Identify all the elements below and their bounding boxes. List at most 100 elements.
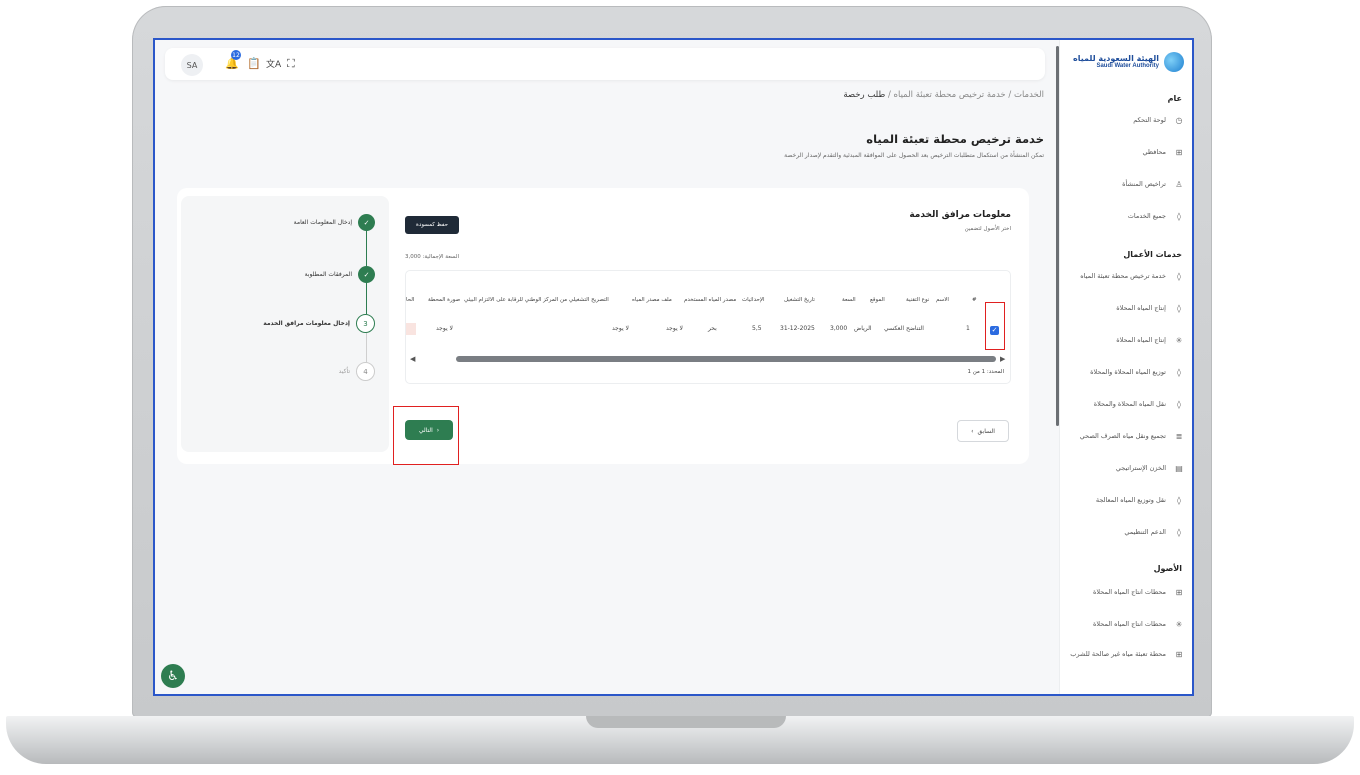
sidebar-item-asset[interactable]: محطات انتاج المياه المحلاة ⊞ (1066, 588, 1184, 597)
cell: 1 (966, 325, 970, 332)
step-attachments[interactable]: ✓ المرفقات المطلوبة (305, 266, 375, 283)
step-connector (365, 230, 367, 266)
step-connector (365, 330, 367, 362)
breadcrumb-service[interactable]: خدمة ترخيص محطة تعبئة المياه (894, 90, 1006, 100)
col-header: مصدر المياه المستخدم (684, 297, 737, 303)
page-title: خدمة ترخيص محطة تعبئة المياه (866, 132, 1044, 146)
check-icon: ✓ (358, 266, 375, 283)
translate-icon[interactable]: 文A (266, 57, 281, 70)
step-label: إدخال معلومات مرافق الخدمة (263, 320, 350, 327)
save-draft-button[interactable]: حفظ كمسودة (405, 216, 459, 234)
horizontal-scrollbar[interactable]: ◀ ▶ (406, 355, 1010, 363)
laptop-base (6, 716, 1354, 764)
sidebar-item-biz[interactable]: الدعم التنظيمي ◊ (1066, 528, 1184, 537)
col-header: الحا (406, 297, 415, 303)
grid-icon: ⊞ (1175, 148, 1183, 157)
step-label: تأكيد (338, 368, 350, 375)
logo-arabic: الهيئة السعودية للمياه (1073, 54, 1159, 63)
step-number: 3 (356, 314, 375, 333)
cell: 5,5 (752, 325, 762, 332)
sidebar-item-biz[interactable]: تجميع ونقل مياه الصرف الصحي ≣ (1066, 432, 1184, 441)
grid-icon: ⊞ (1175, 588, 1183, 597)
scroll-right-icon[interactable]: ▶ (1000, 355, 1005, 363)
drop-icon: ◊ (1177, 368, 1181, 377)
sidebar-item-biz[interactable]: نقل وتوزيع المياه المعالجة ◊ (1066, 496, 1184, 505)
drop-icon: ◊ (1177, 400, 1181, 409)
sidebar-item-asset[interactable]: محطة تعبئة مياه غير صالحة للشرب ⊞ (1066, 650, 1184, 659)
section-business: خدمات الأعمال (1123, 250, 1182, 259)
sidebar-item-biz[interactable]: خدمة ترخيص محطة تعبئة المياه ◊ (1066, 272, 1184, 281)
storage-icon: ▤ (1175, 464, 1183, 473)
sidebar-item-biz[interactable]: توزيع المياه المحلاة والمحلاة ◊ (1066, 368, 1184, 377)
assets-table: # الاسم نوع التقنية الموقع السعة تاريخ ا… (405, 270, 1011, 384)
cell: 31-12-2025 (780, 325, 815, 332)
step-connector (365, 282, 367, 314)
section-subtitle: اختر الأصول لتضمين (964, 226, 1011, 232)
col-header: ملف مصدر المياه (632, 297, 672, 303)
step-label: المرفقات المطلوبة (304, 271, 352, 278)
logo: الهيئة السعودية للمياه Saudi Water Autho… (1073, 52, 1184, 72)
scrollbar-thumb[interactable] (456, 356, 996, 362)
avatar[interactable]: SA (181, 54, 203, 76)
sidebar-item-asset[interactable]: محطات انتاج المياه المحلاة ✳ (1066, 620, 1184, 629)
cell: الرياض (854, 325, 872, 332)
drop-icon: ◊ (1177, 212, 1181, 221)
table-row[interactable]: 1 التناضح العكسي الرياض 3,000 31-12-2025… (406, 319, 1010, 339)
wizard-card: ✓ إدخال المعلومات العامة ✓ المرفقات المط… (177, 188, 1029, 464)
chevron-left-icon: ‹ (971, 427, 974, 435)
breadcrumb-sep: / (887, 90, 891, 100)
scroll-left-icon[interactable]: ◀ (410, 355, 415, 363)
sidebar-item-biz[interactable]: نقل المياه المحلاة والمحلاة ◊ (1066, 400, 1184, 409)
stepper: ✓ إدخال المعلومات العامة ✓ المرفقات المط… (181, 196, 389, 452)
user-icon: ♙ (1175, 180, 1183, 189)
pipes-icon: ≣ (1175, 432, 1183, 441)
drop-icon: ◊ (1177, 304, 1181, 313)
step-confirm[interactable]: 4 تأكيد (339, 362, 375, 381)
col-header: الموقع (870, 297, 885, 303)
step-general-info[interactable]: ✓ إدخال المعلومات العامة (294, 214, 375, 231)
section-general: عام (1167, 94, 1182, 103)
cell: بحر (708, 325, 717, 332)
table-header: # الاسم نوع التقنية الموقع السعة تاريخ ا… (406, 291, 1010, 311)
section-title: معلومات مرافق الخدمة (909, 210, 1011, 220)
col-header: صورة المحطة (428, 297, 461, 303)
water-drop-logo-icon (1164, 52, 1184, 72)
breadcrumb-sep: / (1008, 90, 1012, 100)
breadcrumb-root[interactable]: الخدمات (1014, 90, 1044, 100)
cell: لا يوجد (612, 325, 629, 332)
status-cell (406, 323, 416, 335)
sidebar-item-licenses[interactable]: تراخيص المنشأة ♙ (1066, 180, 1184, 189)
sidebar-item-biz[interactable]: إنتاج المياه المحلاة ✳ (1066, 336, 1184, 345)
sidebar-item-portfolio[interactable]: محافظي ⊞ (1066, 148, 1184, 157)
step-label: إدخال المعلومات العامة (293, 219, 352, 226)
drop-icon: ◊ (1177, 272, 1181, 281)
fullscreen-icon[interactable]: ⛶ (287, 57, 295, 71)
sidebar-item-dashboard[interactable]: لوحة التحكم ◷ (1066, 116, 1184, 125)
cell: لا يوجد (436, 325, 453, 332)
selection-count: المحدد: 1 من 1 (967, 369, 1004, 375)
sidebar-scrollbar[interactable] (1056, 46, 1059, 426)
sidebar-item-services[interactable]: جميع الخدمات ◊ (1066, 212, 1184, 221)
breadcrumb: الخدمات / خدمة ترخيص محطة تعبئة المياه /… (843, 90, 1044, 100)
app-screen: SA 🔔 12 📋 文A ⛶ الخدمات / خدمة ترخيص محطة… (153, 38, 1194, 696)
sidebar-item-biz[interactable]: الخزن الإستراتيجي ▤ (1066, 464, 1184, 473)
notification-badge: 12 (231, 50, 241, 60)
col-header: التصريح التشغيلي من المركز الوطني للرقاب… (464, 297, 609, 303)
check-icon: ✓ (358, 214, 375, 231)
sun-icon: ✳ (1175, 620, 1183, 629)
section-assets: الأصول (1153, 564, 1182, 573)
col-header: نوع التقنية (906, 297, 930, 303)
breadcrumb-current: طلب رخصة (843, 90, 886, 100)
accessibility-icon[interactable]: ♿ (161, 664, 185, 688)
top-bar: SA 🔔 12 📋 文A ⛶ (165, 48, 1045, 80)
highlight-checkbox (985, 302, 1005, 350)
sidebar: الهيئة السعودية للمياه Saudi Water Autho… (1056, 40, 1192, 694)
col-header: تاريخ التشغيل (784, 297, 815, 303)
prev-label: السابق (977, 427, 995, 435)
step-facilities[interactable]: 3 إدخال معلومات مرافق الخدمة (263, 314, 375, 333)
clipboard-icon[interactable]: 📋 (247, 57, 261, 70)
previous-button[interactable]: ‹ السابق (957, 420, 1009, 442)
col-header: الاسم (936, 297, 949, 303)
sidebar-item-biz[interactable]: إنتاج المياه المحلاة ◊ (1066, 304, 1184, 313)
col-header: # (972, 297, 977, 303)
